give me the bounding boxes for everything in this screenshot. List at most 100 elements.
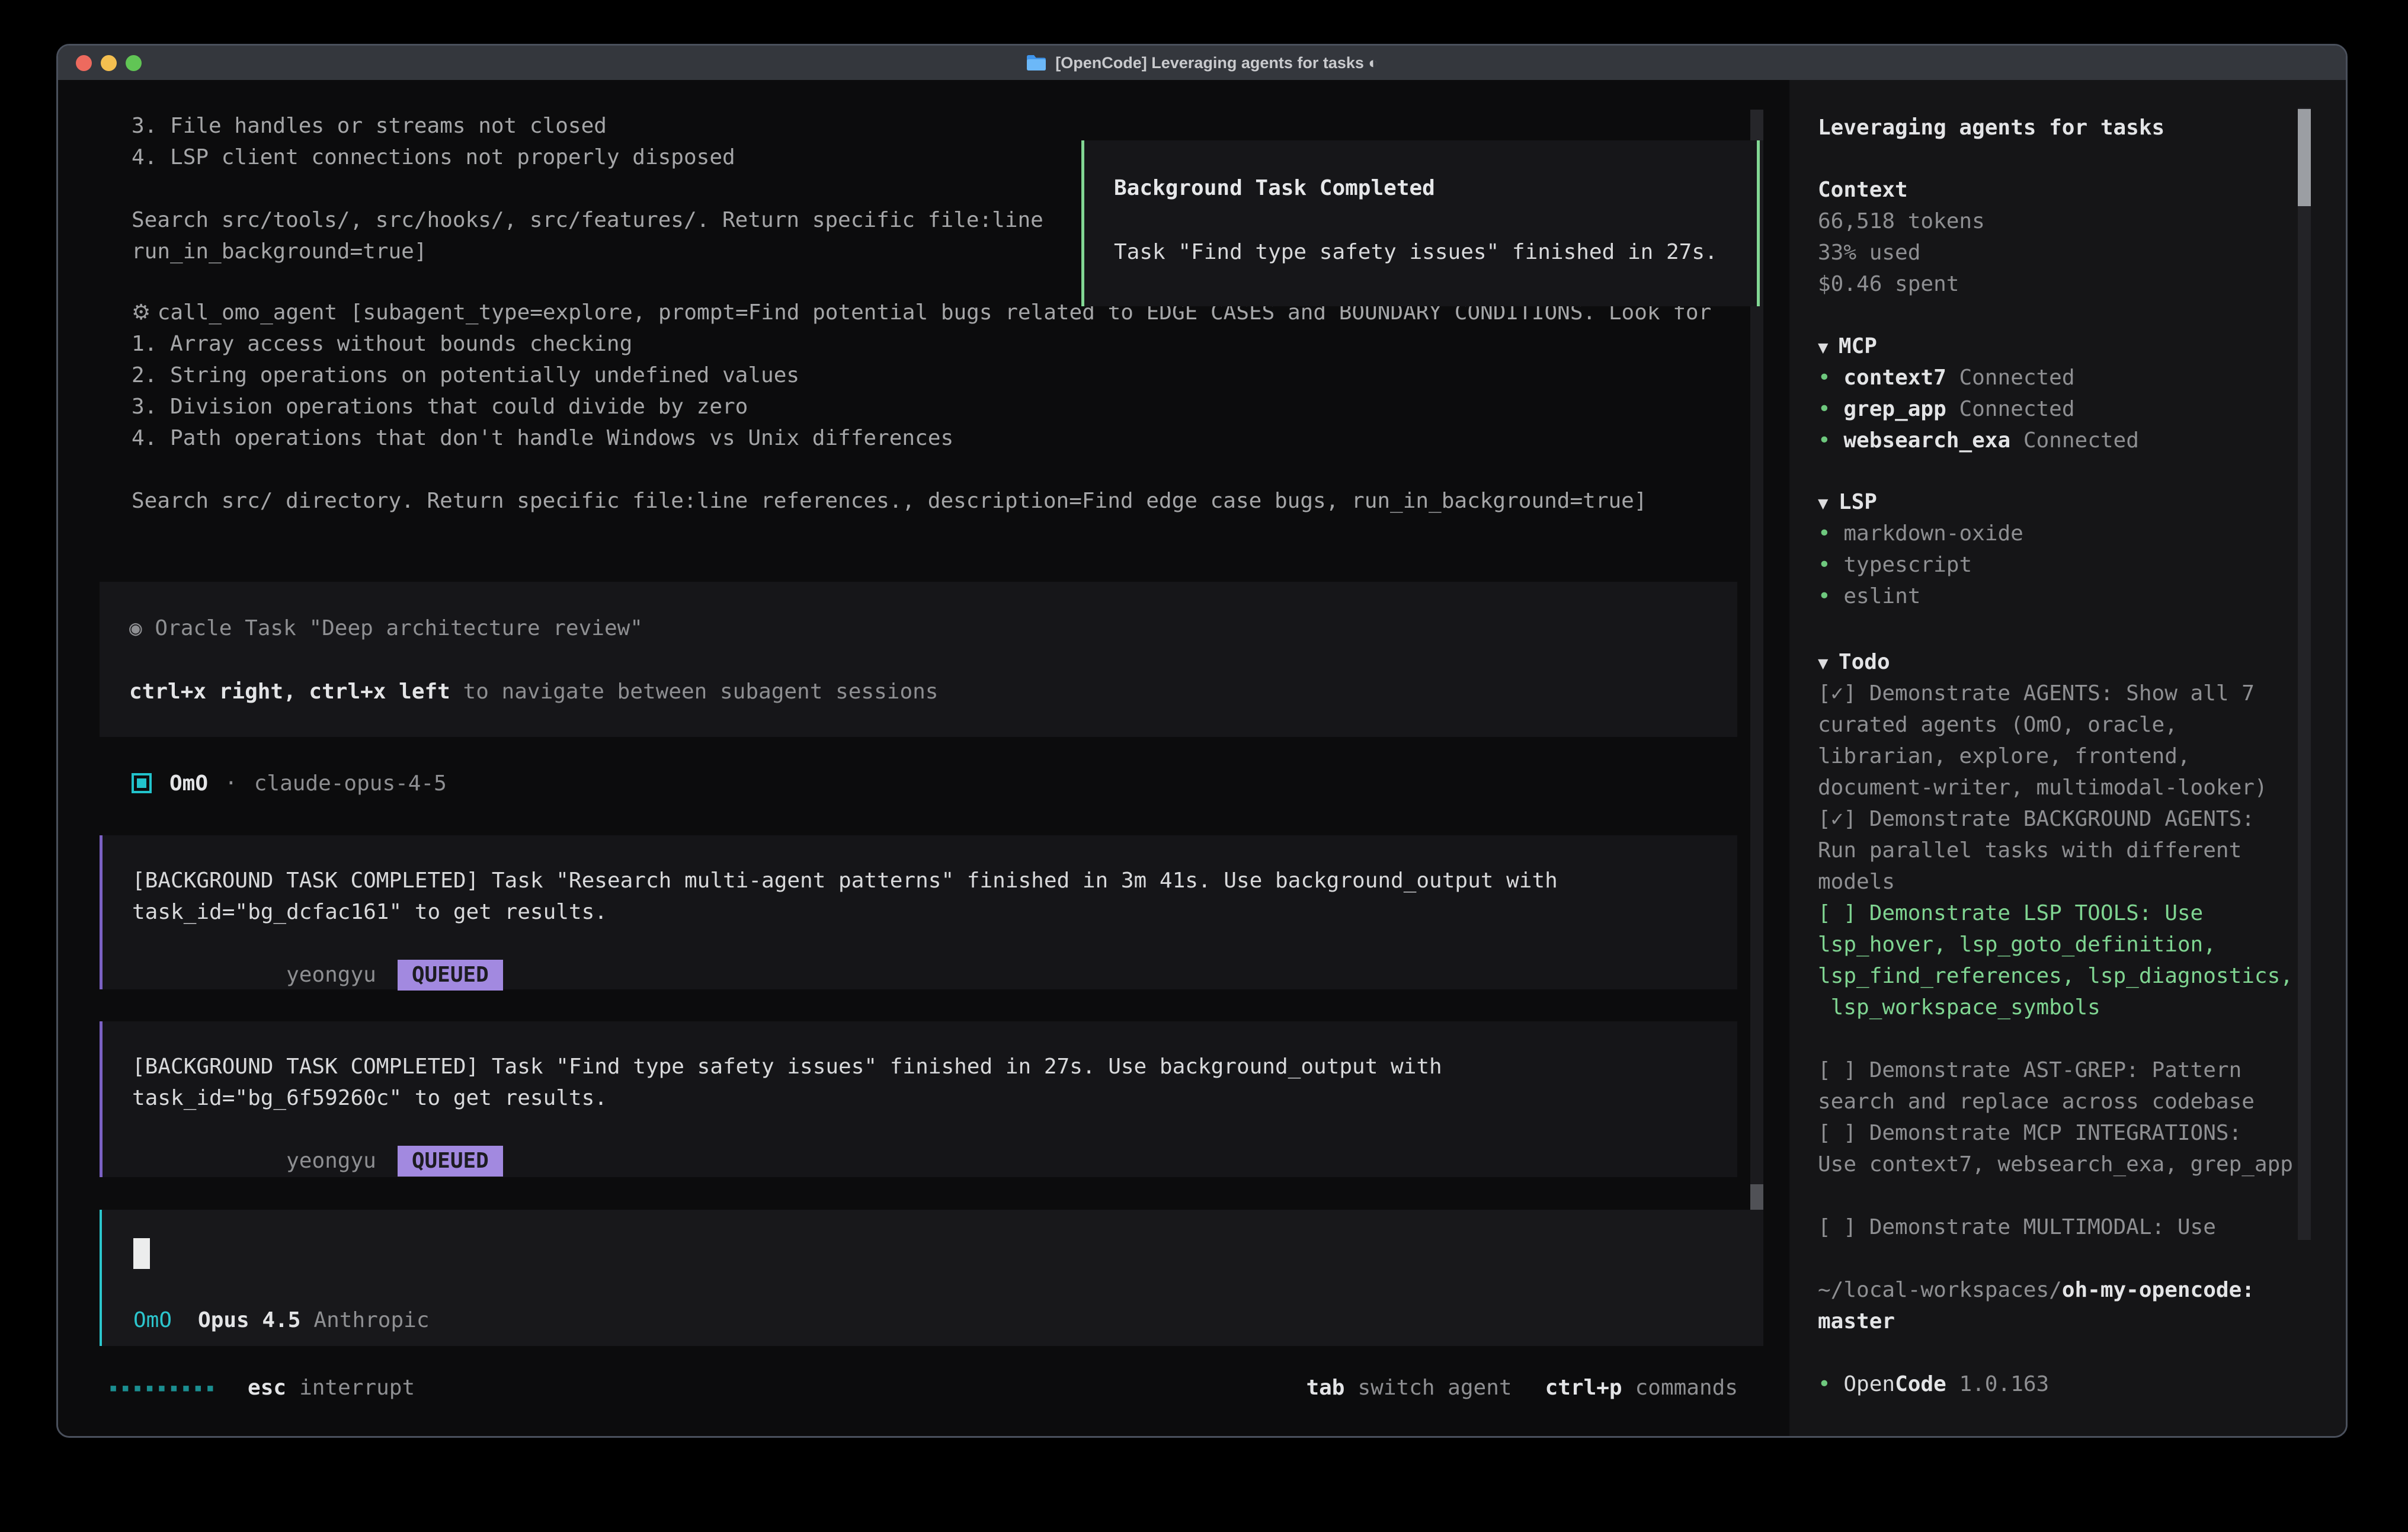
status-dot-icon: • — [1818, 428, 1831, 453]
terminal-main: 3. File handles or streams not closed4. … — [58, 80, 1789, 1436]
text-line: master — [1818, 1306, 2292, 1337]
agent-header[interactable]: OmO · claude-opus-4-5 — [132, 768, 447, 798]
agent-model: claude-opus-4-5 — [254, 768, 447, 799]
text-line — [1818, 1023, 2292, 1055]
window-title-text: [OpenCode] Leveraging agents for tasks ◐ — [1055, 54, 1378, 72]
text-line — [1818, 1180, 2292, 1212]
zoom-window-button[interactable] — [126, 55, 142, 71]
folder-icon — [1026, 54, 1047, 72]
status-dot-icon: • — [1818, 521, 1831, 546]
text-line: Run parallel tasks with different — [1818, 835, 2292, 866]
main-scrollbar-track-cap — [1750, 110, 1763, 140]
task-message-line2: task_id="bg_6f59260c" to get results. — [132, 1082, 1725, 1114]
window-title: [OpenCode] Leveraging agents for tasks ◐ — [1026, 54, 1378, 72]
context-section: Context 66,518 tokens 33% used $0.46 spe… — [1818, 174, 2292, 300]
notification-body: Task "Find type safety issues" finished … — [1114, 236, 1718, 268]
background-task-message: [BACKGROUND TASK COMPLETED] Task "Find t… — [100, 1021, 1737, 1177]
text-line: Use context7, websearch_exa, grep_app — [1818, 1149, 2292, 1180]
input-provider: Anthropic — [313, 1305, 429, 1336]
text-line: Search src/tools/, src/hooks/, src/featu… — [132, 204, 1043, 236]
app-window: [OpenCode] Leveraging agents for tasks ◐… — [56, 44, 2348, 1438]
agent-separator: · — [225, 768, 238, 799]
oracle-task-title: ◉ Oracle Task "Deep architecture review" — [129, 613, 643, 644]
mcp-item: • context7 Connected — [1818, 362, 2292, 393]
lsp-item: • typescript — [1818, 549, 2292, 581]
text-line: Search src/ directory. Return specific f… — [132, 485, 1711, 517]
queued-status-badge: QUEUED — [398, 960, 503, 991]
text-line: [ ] Demonstrate AST-GREP: Pattern — [1818, 1055, 2292, 1086]
todo-section: ▼ Todo [✓] Demonstrate AGENTS: Show all … — [1818, 646, 2292, 1400]
tab-key-label: switch agent — [1357, 1372, 1512, 1403]
collapse-icon: ▼ — [1818, 337, 1839, 357]
status-dot-icon: • — [1818, 553, 1831, 577]
minimize-window-button[interactable] — [101, 55, 117, 71]
text-line: ~/local-workspaces/oh-my-opencode: — [1818, 1274, 2292, 1306]
text-line: 4. Path operations that don't handle Win… — [132, 422, 1711, 454]
task-message-line1: [BACKGROUND TASK COMPLETED] Task "Find t… — [132, 1051, 1725, 1082]
window-controls — [76, 46, 142, 80]
text-line: run_in_background=true] — [132, 236, 1043, 267]
text-line: 4. LSP client connections not properly d… — [132, 142, 1043, 173]
mcp-heading[interactable]: ▼ MCP — [1818, 331, 2292, 362]
tab-key-hint: tab — [1306, 1372, 1344, 1403]
text-line: [ ] Demonstrate MULTIMODAL: Use — [1818, 1212, 2292, 1243]
text-line: document-writer, multimodal-looker) — [1818, 772, 2292, 803]
close-window-button[interactable] — [76, 55, 92, 71]
sidebar-scrollbar-thumb[interactable] — [2298, 109, 2311, 206]
oracle-task-box: ◉ Oracle Task "Deep architecture review"… — [100, 582, 1737, 737]
oracle-icon: ◉ — [129, 616, 155, 640]
agent-name: OmO — [169, 768, 208, 799]
text-line — [1818, 1337, 2292, 1368]
esc-key-hint: esc — [248, 1372, 286, 1403]
text-line: lsp_hover, lsp_goto_definition, — [1818, 929, 2292, 960]
collapse-icon: ▼ — [1818, 493, 1839, 513]
status-dot-icon: • — [1818, 397, 1831, 421]
todo-list: [✓] Demonstrate AGENTS: Show all 7curate… — [1818, 678, 2292, 1400]
text-line: 1. Array access without bounds checking — [132, 328, 1711, 360]
titlebar: [OpenCode] Leveraging agents for tasks ◐ — [58, 46, 2346, 81]
mcp-item: • grep_app Connected — [1818, 393, 2292, 425]
input-agent-name: OmO — [133, 1305, 172, 1336]
task-user: yeongyu — [286, 1149, 376, 1173]
oracle-nav-hint: ctrl+x right, ctrl+x left to navigate be… — [129, 676, 938, 707]
lsp-item: • eslint — [1818, 581, 2292, 612]
text-line: librarian, explore, frontend, — [1818, 741, 2292, 772]
ctrlp-key-label: commands — [1635, 1372, 1738, 1403]
main-scrollbar-thumb[interactable] — [1750, 1184, 1763, 1210]
input-model: Opus 4.5 — [198, 1305, 300, 1336]
text-line: lsp_find_references, lsp_diagnostics, — [1818, 960, 2292, 992]
scrollback-text: 3. File handles or streams not closed4. … — [132, 110, 1043, 267]
notification-title: Background Task Completed — [1114, 172, 1435, 204]
task-message-line1: [BACKGROUND TASK COMPLETED] Task "Resear… — [132, 865, 1725, 896]
text-line: 2. String operations on potentially unde… — [132, 360, 1711, 391]
ctrlp-key-hint: ctrl+p — [1545, 1372, 1622, 1403]
text-line: models — [1818, 866, 2292, 898]
background-task-message: [BACKGROUND TASK COMPLETED] Task "Resear… — [100, 835, 1737, 989]
tool-call-block: ⚙ call_omo_agent [subagent_type=explore,… — [132, 297, 1711, 517]
sidebar-scrollbar[interactable] — [2298, 108, 2311, 1240]
text-line: • OpenCode 1.0.163 — [1818, 1368, 2292, 1400]
background-task-notification[interactable]: Background Task Completed Task "Find typ… — [1081, 140, 1760, 306]
task-message-line2: task_id="bg_dcfac161" to get results. — [132, 896, 1725, 928]
context-tokens: 66,518 tokens — [1818, 206, 2292, 237]
task-message-meta: yeongyuQUEUED — [132, 928, 1725, 959]
mcp-item: • websearch_exa Connected — [1818, 425, 2292, 456]
queued-status-badge: QUEUED — [398, 1146, 503, 1177]
context-spent: $0.46 spent — [1818, 268, 2292, 300]
status-dot-icon: • — [1818, 366, 1831, 390]
text-line — [132, 454, 1711, 485]
task-user: yeongyu — [286, 963, 376, 987]
session-title: Leveraging agents for tasks — [1818, 112, 2292, 143]
status-dot-icon: • — [1818, 584, 1831, 608]
text-line: curated agents (OmO, oracle, — [1818, 709, 2292, 741]
task-message-meta: yeongyuQUEUED — [132, 1114, 1725, 1145]
text-line: search and replace across codebase — [1818, 1086, 2292, 1117]
text-line — [1818, 1243, 2292, 1274]
lsp-heading[interactable]: ▼ LSP — [1818, 486, 2292, 518]
input-meta-row: OmO Opus 4.5 Anthropic — [133, 1305, 430, 1336]
prompt-input[interactable]: OmO Opus 4.5 Anthropic — [100, 1210, 1763, 1346]
status-bar: ▪▪▪▪▪▪▪▪▪ esc interrupt tab switch agent… — [58, 1371, 1789, 1404]
text-line: [✓] Demonstrate AGENTS: Show all 7 — [1818, 678, 2292, 709]
todo-heading[interactable]: ▼ Todo — [1818, 646, 2292, 678]
working-indicator-dots: ▪▪▪▪▪▪▪▪▪ — [109, 1372, 218, 1403]
